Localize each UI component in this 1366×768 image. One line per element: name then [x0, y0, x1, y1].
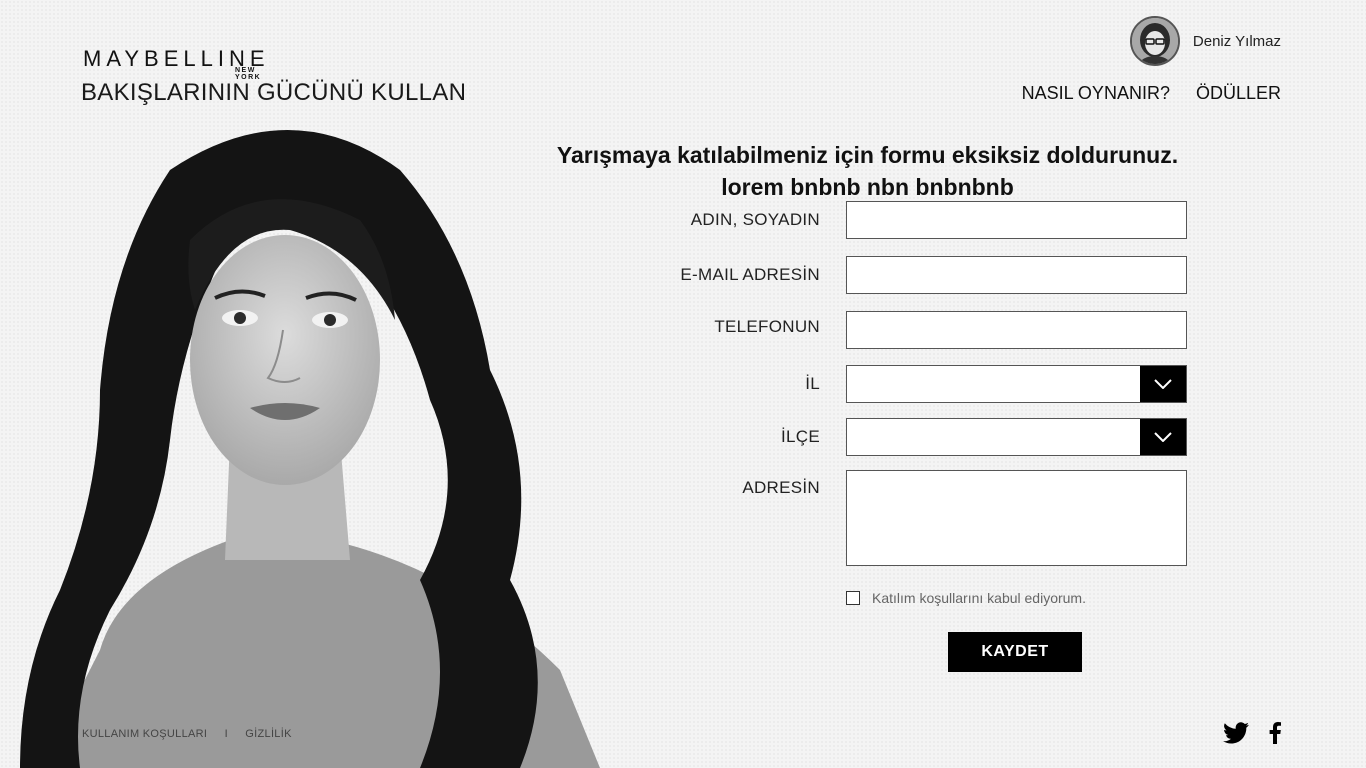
twitter-icon[interactable] — [1223, 722, 1249, 744]
chevron-down-icon[interactable] — [1140, 419, 1186, 455]
privacy-link[interactable]: GİZLİLİK — [245, 728, 291, 740]
tagline: BAKIŞLARININ GÜCÜNÜ KULLAN — [81, 79, 467, 106]
save-button[interactable]: KAYDET — [948, 632, 1082, 672]
address-textarea[interactable] — [846, 470, 1187, 566]
model-image — [20, 130, 600, 768]
nav-how-to-play[interactable]: NASIL OYNANIR? — [1022, 83, 1170, 104]
district-select[interactable] — [846, 418, 1187, 456]
city-label: İL — [805, 374, 820, 393]
phone-input[interactable] — [846, 311, 1187, 349]
footer-links: KULLANIM KOŞULLARI I GİZLİLİK — [82, 728, 292, 740]
phone-label: TELEFONUN — [714, 317, 820, 336]
brand-logo[interactable]: MAYBELLINE NEW YORK — [83, 48, 270, 82]
terms-checkbox[interactable] — [846, 591, 860, 605]
city-select[interactable] — [846, 365, 1187, 403]
avatar[interactable] — [1129, 16, 1180, 66]
nav-prizes[interactable]: ÖDÜLLER — [1196, 83, 1281, 104]
email-label: E-MAIL ADRESİN — [680, 265, 820, 284]
facebook-icon[interactable] — [1269, 722, 1281, 744]
form-heading-line1: Yarışmaya katılabilmeniz için formu eksi… — [556, 142, 1179, 168]
form-heading-line2: lorem bnbnb nbn bnbnbnb — [721, 174, 1014, 200]
terms-label[interactable]: Katılım koşullarını kabul ediyorum. — [872, 590, 1086, 606]
main-nav: NASIL OYNANIR? ÖDÜLLER — [1022, 83, 1281, 104]
email-input[interactable] — [846, 256, 1187, 294]
name-label: ADIN, SOYADIN — [690, 210, 820, 229]
avatar-image — [1131, 18, 1178, 64]
terms-row: Katılım koşullarını kabul ediyorum. — [846, 590, 1086, 606]
name-input[interactable] — [846, 201, 1187, 239]
terms-of-use-link[interactable]: KULLANIM KOŞULLARI — [82, 728, 207, 740]
district-label: İLÇE — [781, 427, 820, 446]
social-links — [1223, 722, 1281, 744]
footer-separator: I — [224, 728, 228, 740]
address-label: ADRESİN — [742, 478, 820, 497]
chevron-down-icon[interactable] — [1140, 366, 1186, 402]
user-profile[interactable]: Deniz Yılmaz — [1129, 16, 1281, 66]
user-name[interactable]: Deniz Yılmaz — [1193, 33, 1281, 50]
